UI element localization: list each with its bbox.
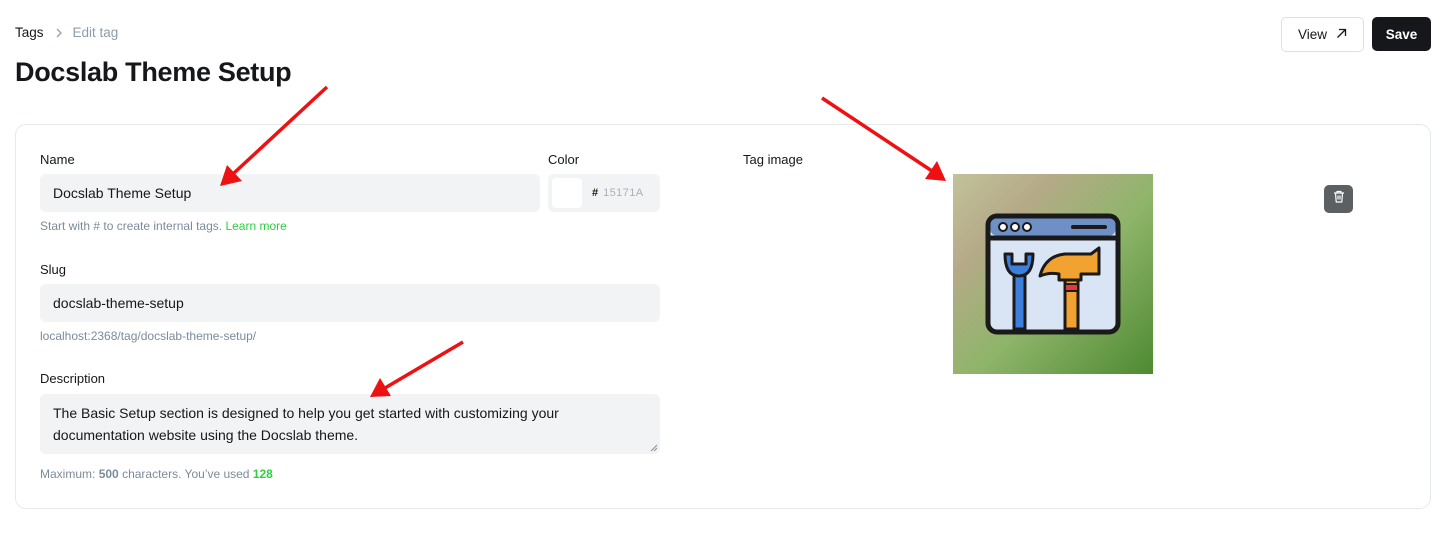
tag-image-label: Tag image [743,152,803,167]
color-swatch[interactable] [552,178,582,208]
color-hash-symbol: # [592,187,599,199]
name-input[interactable]: Docslab Theme Setup [40,174,540,212]
tag-image-preview[interactable] [953,174,1153,374]
delete-image-button[interactable] [1324,185,1353,213]
description-hint: Maximum: 500 characters. You’ve used 128 [40,467,273,481]
arrow-up-right-icon [1336,27,1347,42]
description-hint-mid: characters. You’ve used [122,467,250,481]
description-used-count: 128 [252,467,273,481]
description-text: The Basic Setup section is designed to h… [53,405,559,443]
color-hex-placeholder: 15171A [603,187,644,199]
slug-label: Slug [40,262,67,277]
description-label: Description [40,371,106,386]
breadcrumb: Tags Edit tag [15,25,118,40]
save-button[interactable]: Save [1372,17,1431,51]
name-hint-text: Start with # to create internal tags. [40,219,223,233]
description-hint-max-label: Maximum: [40,467,96,481]
view-button[interactable]: View [1281,17,1364,52]
name-hint: Start with # to create internal tags. Le… [40,219,287,233]
trash-icon [1333,190,1345,208]
breadcrumb-tags-link[interactable]: Tags [15,25,44,40]
page-title: Docslab Theme Setup [15,57,292,87]
description-textarea[interactable]: The Basic Setup section is designed to h… [40,394,660,454]
view-button-label: View [1297,27,1328,42]
color-label: Color [548,152,580,167]
slug-input[interactable]: docslab-theme-setup [40,284,660,322]
browser-wrench-hammer-icon [985,213,1121,335]
breadcrumb-current: Edit tag [72,25,119,40]
color-input[interactable]: # 15171A [548,174,660,212]
resize-grip-icon[interactable] [650,444,658,452]
learn-more-link[interactable]: Learn more [225,219,286,233]
chevron-right-icon [55,28,63,38]
name-label: Name [40,152,75,167]
slug-url-hint: localhost:2368/tag/docslab-theme-setup/ [40,329,257,343]
description-max-count: 500 [98,467,119,481]
